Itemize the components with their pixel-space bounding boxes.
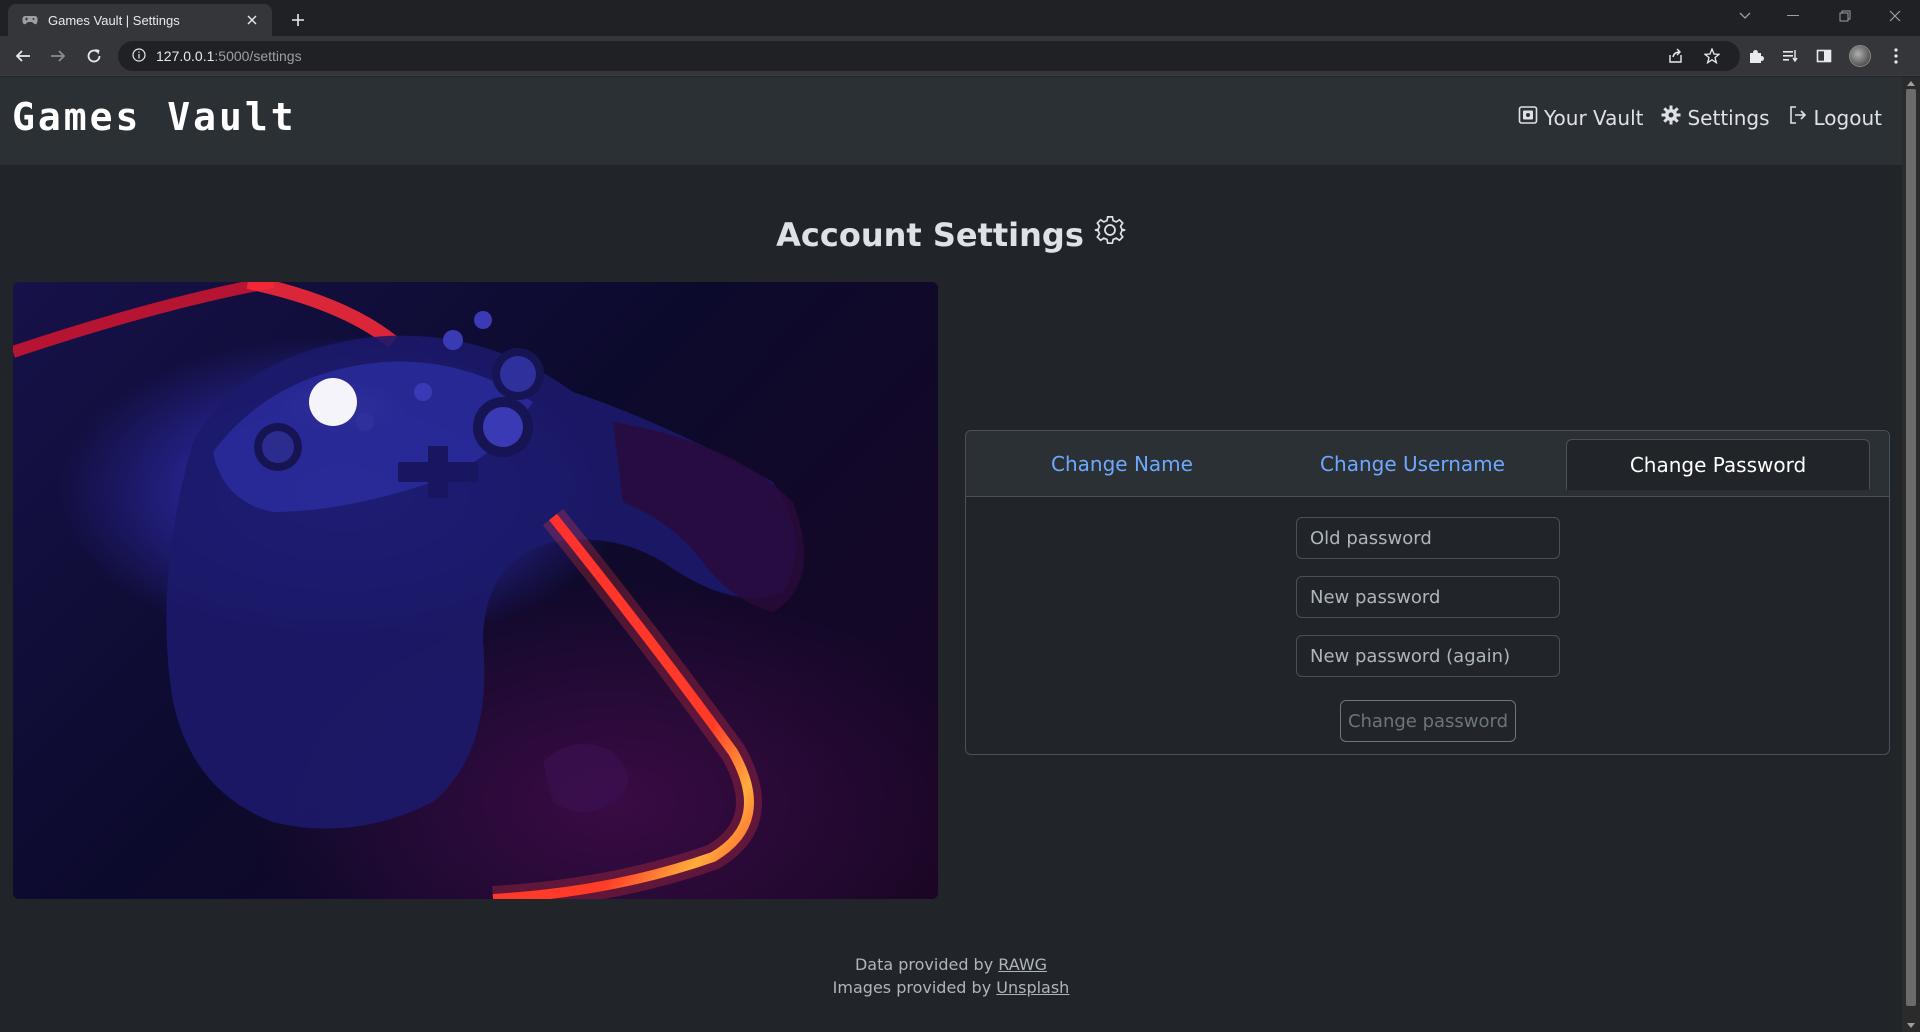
new-tab-plus-icon[interactable] <box>284 6 312 34</box>
back-arrow-icon[interactable] <box>9 42 37 70</box>
nav-link-your-vault[interactable]: Your Vault <box>1518 105 1644 130</box>
extensions-puzzle-icon[interactable] <box>1742 42 1770 70</box>
url-host: 127.0.0.1 <box>156 48 215 64</box>
reading-list-icon[interactable] <box>1776 42 1804 70</box>
side-panel-icon[interactable] <box>1810 42 1838 70</box>
card-header: Change Name Change Username Change Passw… <box>966 431 1889 497</box>
close-tab-icon[interactable] <box>242 10 262 30</box>
forward-arrow-icon[interactable] <box>44 42 72 70</box>
nav-link-label: Your Vault <box>1543 105 1644 130</box>
browser-tab[interactable]: Games Vault | Settings <box>8 4 272 36</box>
old-password-field[interactable] <box>1296 517 1560 559</box>
brand-logo[interactable]: Games Vault <box>12 95 297 139</box>
settings-tabs: Change Name Change Username Change Passw… <box>984 439 1871 497</box>
scroll-up-arrow-icon[interactable] <box>1906 79 1916 87</box>
rawg-link[interactable]: RAWG <box>998 955 1047 974</box>
page-footer: Data provided by RAWG Images provided by… <box>0 953 1902 999</box>
unsplash-link[interactable]: Unsplash <box>996 978 1069 997</box>
browser-toolbar: 127.0.0.1:5000/settings <box>0 36 1920 76</box>
profile-avatar[interactable] <box>1846 42 1874 70</box>
share-icon[interactable] <box>1662 42 1690 70</box>
tab-change-password[interactable]: Change Password <box>1566 439 1870 490</box>
site-info-icon[interactable] <box>132 47 146 66</box>
scrollbar-thumb[interactable] <box>1906 89 1916 1006</box>
bookmark-star-icon[interactable] <box>1698 42 1726 70</box>
tab-change-name[interactable]: Change Name <box>984 439 1260 489</box>
page-title: Account Settings <box>0 215 1902 255</box>
gear-icon <box>1661 105 1681 130</box>
nav-link-settings[interactable]: Settings <box>1661 105 1770 130</box>
nav-link-logout[interactable]: Logout <box>1788 105 1882 130</box>
vault-icon <box>1518 105 1538 130</box>
url-text: 127.0.0.1:5000/settings <box>156 48 302 64</box>
nav-link-label: Settings <box>1687 105 1770 130</box>
nav-link-label: Logout <box>1813 105 1882 130</box>
browser-tab-title: Games Vault | Settings <box>48 12 180 28</box>
browser-menu-kebab-icon[interactable] <box>1882 42 1910 70</box>
page-viewport: Games Vault Your Vault Settings Logout A… <box>0 77 1902 1032</box>
controller-favicon-icon <box>22 12 38 28</box>
account-settings-card: Change Name Change Username Change Passw… <box>965 430 1890 755</box>
game-controller-image <box>13 282 938 899</box>
url-path: :5000/settings <box>214 48 302 64</box>
tab-search-chevron-icon[interactable] <box>1722 0 1768 32</box>
footer-data-credit: Data provided by RAWG <box>0 953 1902 976</box>
new-password-field[interactable] <box>1296 576 1560 618</box>
address-bar[interactable]: 127.0.0.1:5000/settings <box>118 41 1740 71</box>
tab-change-username[interactable]: Change Username <box>1260 439 1565 489</box>
browser-tabstrip: Games Vault | Settings <box>0 0 1920 36</box>
new-password-again-field[interactable] <box>1296 635 1560 677</box>
close-window-icon[interactable] <box>1872 0 1918 32</box>
restore-icon[interactable] <box>1822 0 1868 32</box>
footer-data-prefix: Data provided by <box>854 955 994 974</box>
reload-icon[interactable] <box>80 42 108 70</box>
page-title-text: Account Settings <box>776 216 1084 254</box>
nav-links: Your Vault Settings Logout <box>1518 105 1882 130</box>
page-scrollbar[interactable] <box>1902 77 1920 1032</box>
footer-images-prefix: Images provided by <box>832 978 992 997</box>
footer-images-credit: Images provided by Unsplash <box>0 976 1902 999</box>
scroll-down-arrow-icon[interactable] <box>1906 1021 1916 1029</box>
change-password-button[interactable]: Change password <box>1340 700 1516 742</box>
site-navbar: Games Vault Your Vault Settings Logout <box>0 77 1902 165</box>
gear-outline-icon <box>1094 215 1126 255</box>
logout-icon <box>1788 105 1808 130</box>
minimize-icon[interactable] <box>1770 0 1816 32</box>
